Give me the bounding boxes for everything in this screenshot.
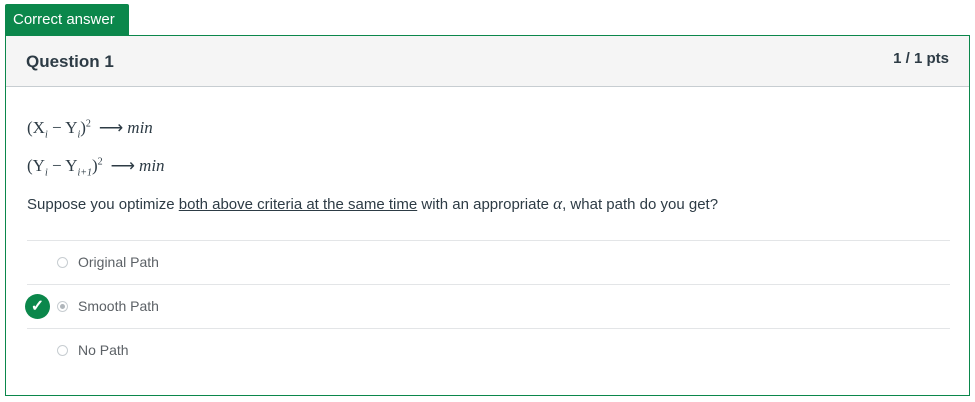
question-card: Question 1 1 / 1 pts (Xi − Yi)2 ⟶ min (Yi …: [5, 35, 970, 396]
question-prompt: Suppose you optimize both above criteria…: [27, 194, 718, 214]
prompt-text: , what path do you get?: [562, 196, 719, 213]
eq-exponent: 2: [85, 118, 91, 130]
answer-label: Original Path: [78, 254, 159, 270]
eq-part: (X: [27, 118, 45, 137]
radio-button[interactable]: [57, 345, 68, 356]
question-header: Question 1 1 / 1 pts: [6, 36, 969, 87]
question-title: Question 1: [26, 52, 114, 71]
prompt-text: with an appropriate: [417, 196, 554, 213]
question-points: 1 / 1 pts: [893, 50, 949, 67]
radio-button[interactable]: [57, 257, 68, 268]
eq-part: − Y: [47, 156, 78, 175]
check-icon: ✓: [25, 294, 50, 319]
eq-target: min: [127, 118, 153, 137]
eq-subscript: i+1: [77, 167, 92, 179]
eq-part: − Y: [47, 118, 78, 137]
eq-part: (Y: [27, 156, 45, 175]
prompt-text: Suppose you optimize: [27, 196, 179, 213]
answer-option[interactable]: ✓ Smooth Path: [25, 284, 950, 328]
eq-exponent: 2: [97, 156, 103, 168]
radio-button-selected[interactable]: [57, 301, 68, 312]
correct-answer-badge: Correct answer: [5, 4, 129, 35]
answer-option[interactable]: Original Path: [27, 240, 950, 284]
alpha-symbol: α: [553, 194, 563, 213]
answer-label: Smooth Path: [78, 298, 159, 314]
eq-target: min: [139, 156, 165, 175]
arrow-icon: ⟶: [98, 118, 124, 137]
criterion-equation: (Yi − Yi+1)2 ⟶ min: [27, 156, 165, 178]
answer-option[interactable]: No Path: [27, 328, 950, 372]
arrow-icon: ⟶: [110, 156, 136, 175]
answer-label: No Path: [78, 342, 129, 358]
answer-list: Original Path ✓ Smooth Path No Path: [25, 240, 950, 372]
criterion-equation: (Xi − Yi)2 ⟶ min: [27, 118, 153, 140]
prompt-emphasis: both above criteria at the same time: [178, 196, 418, 213]
